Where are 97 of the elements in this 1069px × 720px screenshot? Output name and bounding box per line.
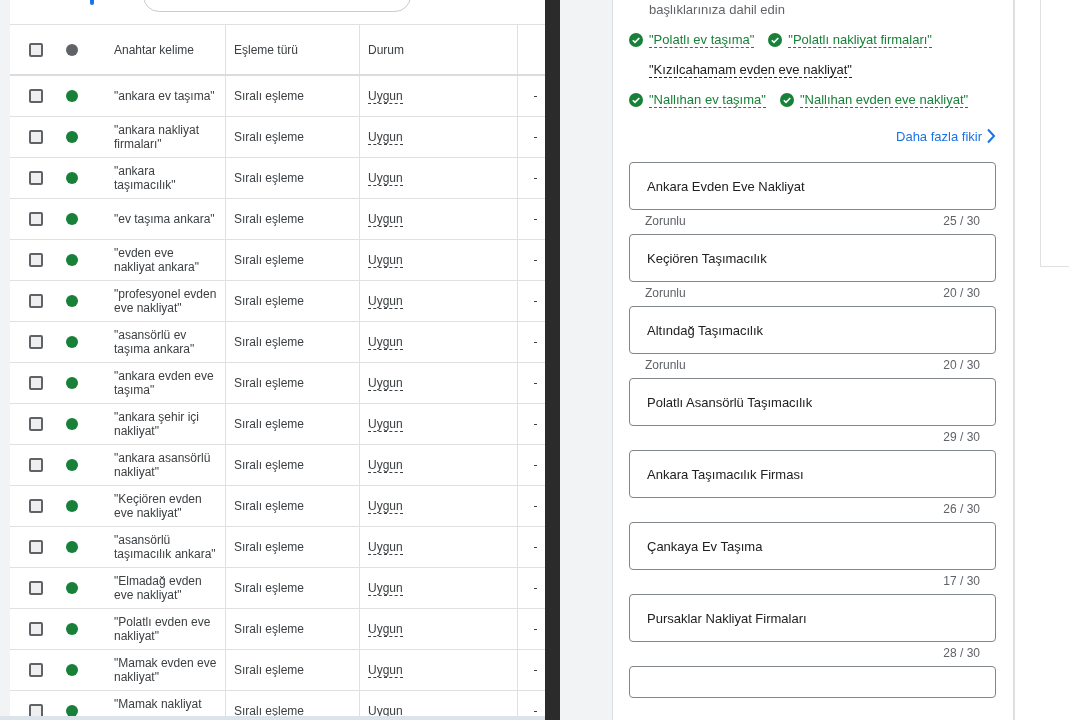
match-type-cell: Sıralı eşleme <box>225 117 359 157</box>
match-type-cell: Sıralı eşleme <box>225 76 359 116</box>
match-type-cell: Sıralı eşleme <box>225 568 359 608</box>
headline-field[interactable]: Polatlı Asansörlü Taşımacılık <box>629 378 996 426</box>
keyword-cell-text: "profesyonel evden eve nakliyat" <box>113 286 218 317</box>
match-type-cell: Sıralı eşleme <box>225 240 359 280</box>
column-header[interactable]: Anahtar kelime <box>100 25 225 74</box>
row-checkbox[interactable] <box>29 253 43 267</box>
status-text[interactable]: Uygun <box>368 293 403 309</box>
match-type-cell: Sıralı eşleme <box>225 609 359 649</box>
row-checkbox[interactable] <box>29 499 43 513</box>
character-count: 20 / 30 <box>943 358 980 373</box>
row-checkbox[interactable] <box>29 458 43 472</box>
status-text[interactable]: Uygun <box>368 662 403 678</box>
keyword-cell-text: "Mamak evden eve nakliyat" <box>113 655 218 686</box>
match-type-cell: Sıralı eşleme <box>225 281 359 321</box>
character-count: 20 / 30 <box>943 286 980 301</box>
match-type-cell: Sıralı eşleme <box>225 158 359 198</box>
keyword-suggestion[interactable]: "Nallıhan ev taşıma" <box>649 92 766 108</box>
headline-field[interactable]: Altındağ Taşımacılık <box>629 306 996 354</box>
status-text[interactable]: Uygun <box>368 170 403 186</box>
keyword-cell-text: "ankara ev taşıma" <box>113 88 216 105</box>
row-checkbox[interactable] <box>29 581 43 595</box>
more-ideas-link[interactable]: Daha fazla fikir <box>896 128 982 144</box>
keyword-suggestion[interactable]: "Polatlı ev taşıma" <box>649 32 755 48</box>
status-text[interactable]: Uygun <box>368 334 403 350</box>
row-checkbox[interactable] <box>29 89 43 103</box>
headline-field[interactable]: Pursaklar Nakliyat Firmaları <box>629 594 996 642</box>
status-text[interactable]: Uygun <box>368 539 403 555</box>
character-count: 26 / 30 <box>943 502 980 517</box>
status-text[interactable]: Uygun <box>368 580 403 596</box>
headline-field[interactable]: Keçiören Taşımacılık <box>629 234 996 282</box>
check-icon <box>779 93 794 107</box>
keyword-suggestion[interactable]: "Polatlı nakliyat firmaları" <box>788 32 932 48</box>
match-type-cell: Sıralı eşleme <box>225 404 359 444</box>
row-checkbox[interactable] <box>29 540 43 554</box>
headline-field[interactable]: Ankara Evden Eve Nakliyat <box>629 162 996 210</box>
row-checkbox[interactable] <box>29 130 43 144</box>
keyword-cell-text: "Elmadağ evden eve nakliyat" <box>113 573 203 604</box>
match-type-cell: Sıralı eşleme <box>225 322 359 362</box>
row-checkbox[interactable] <box>29 171 43 185</box>
status-text[interactable]: Uygun <box>368 129 403 145</box>
column-header[interactable]: Durum <box>359 25 517 74</box>
status-text[interactable]: Uygun <box>368 498 403 514</box>
row-checkbox[interactable] <box>29 335 43 349</box>
character-count: 29 / 30 <box>943 430 980 445</box>
headline-field[interactable]: Çankaya Ev Taşıma <box>629 522 996 570</box>
keyword-cell-text: "ankara taşımacılık" <box>113 163 177 194</box>
status-text[interactable]: Uygun <box>368 252 403 268</box>
keyword-cell-text: "ankara evden eve taşıma" <box>113 368 215 399</box>
status-text[interactable]: Uygun <box>368 211 403 227</box>
keyword-suggestion[interactable]: "Kızılcahamam evden eve nakliyat" <box>649 62 852 78</box>
keyword-cell-text: "Keçiören evden eve nakliyat" <box>113 491 203 522</box>
instruction-text: başlıklarınıza dahil edin <box>649 2 786 18</box>
required-label: Zorunlu <box>645 286 686 301</box>
scrollbar[interactable] <box>0 716 545 720</box>
row-checkbox[interactable] <box>29 294 43 308</box>
keyword-cell-text: "ev taşıma ankara" <box>113 211 216 228</box>
keyword-cell-text: "ankara nakliyat firmaları" <box>113 122 200 153</box>
status-dot-icon <box>66 43 78 56</box>
keyword-cell-text: "asansörlü taşımacılık ankara" <box>113 532 217 563</box>
character-count: 25 / 30 <box>943 214 980 229</box>
select-all-checkbox[interactable] <box>29 42 43 57</box>
match-type-cell: Sıralı eşleme <box>225 445 359 485</box>
match-type-cell: Sıralı eşleme <box>225 363 359 403</box>
status-text[interactable]: Uygun <box>368 88 403 104</box>
match-type-cell: Sıralı eşleme <box>225 199 359 239</box>
status-text[interactable]: Uygun <box>368 416 403 432</box>
status-text[interactable]: Uygun <box>368 457 403 473</box>
required-label: Zorunlu <box>645 214 686 229</box>
column-header[interactable]: Eşleme türü <box>225 25 359 74</box>
character-count: 28 / 30 <box>943 646 980 661</box>
keyword-cell-text: "evden eve nakliyat ankara" <box>113 245 200 276</box>
keyword-cell-text: "asansörlü ev taşıma ankara" <box>113 327 196 358</box>
chevron-right-icon[interactable] <box>986 128 996 144</box>
match-type-cell: Sıralı eşleme <box>225 527 359 567</box>
check-icon <box>629 93 643 107</box>
row-checkbox[interactable] <box>29 622 43 636</box>
row-checkbox[interactable] <box>29 212 43 226</box>
row-checkbox[interactable] <box>29 417 43 431</box>
match-type-cell: Sıralı eşleme <box>225 650 359 690</box>
keyword-cell-text: "ankara şehir içi nakliyat" <box>113 409 200 440</box>
character-count: 17 / 30 <box>943 574 980 589</box>
keyword-cell-text: "Polatlı evden eve nakliyat" <box>113 614 212 645</box>
row-checkbox[interactable] <box>29 376 43 390</box>
keyword-suggestion[interactable]: "Nallıhan evden eve nakliyat" <box>799 92 969 108</box>
required-label: Zorunlu <box>645 358 686 373</box>
headline-field[interactable] <box>629 666 996 698</box>
row-checkbox[interactable] <box>29 663 43 677</box>
check-icon <box>768 33 783 47</box>
match-type-cell: Sıralı eşleme <box>225 486 359 526</box>
keyword-cell-text: "Mamak nakliyat <box>113 696 203 713</box>
check-icon <box>629 33 643 47</box>
status-text[interactable]: Uygun <box>368 375 403 391</box>
status-text[interactable]: Uygun <box>368 621 403 637</box>
keyword-cell-text: "ankara asansörlü nakliyat" <box>113 450 212 481</box>
headline-field[interactable]: Ankara Taşımacılık Firması <box>629 450 996 498</box>
